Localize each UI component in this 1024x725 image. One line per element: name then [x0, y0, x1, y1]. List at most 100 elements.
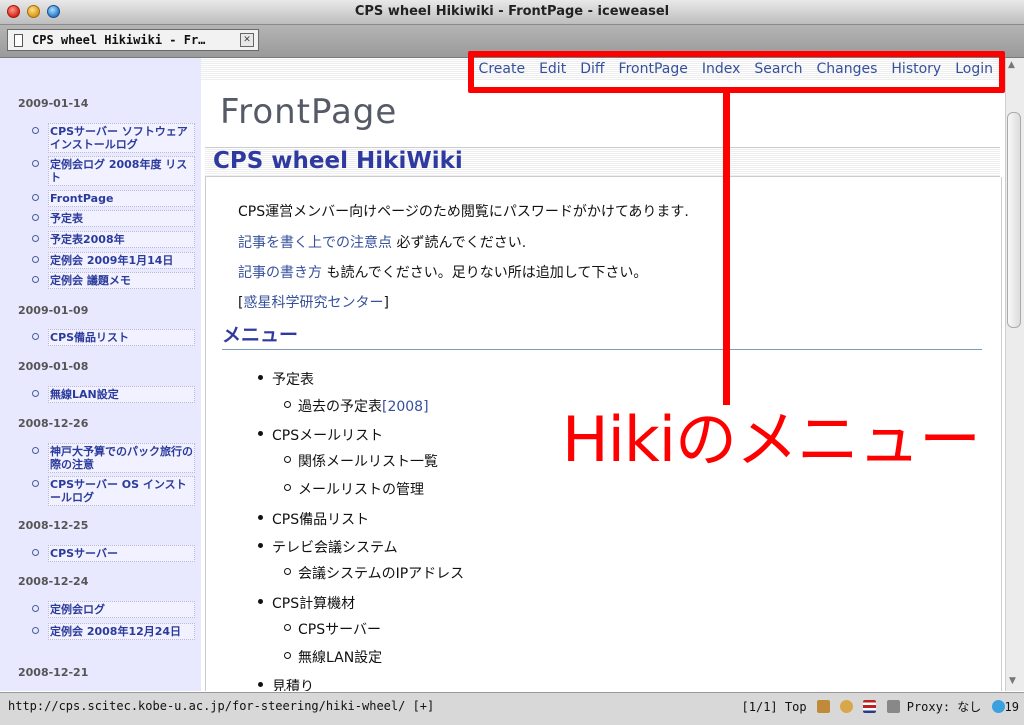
sidebar-item[interactable]: 無線LAN設定 [32, 386, 195, 403]
page-icon [14, 34, 23, 47]
intro-text: CPS運営メンバー向けページのため閲覧にパスワードがかけてあります. [238, 204, 689, 220]
sidebar-date: 2009-01-09 [18, 304, 89, 317]
sidebar-link[interactable]: 神戸大予算でのパック旅行の際の注意 [50, 445, 194, 471]
sidebar-item[interactable]: 定例会 2008年12月24日 [32, 623, 195, 640]
howto-line: 記事の書き方 も読んでください。足りない所は追加して下さい。 [238, 262, 647, 282]
sidebar-item[interactable]: 定例会 2009年1月14日 [32, 252, 195, 269]
bullet-icon [258, 375, 263, 380]
section-title: CPS wheel HikiWiki [213, 148, 463, 174]
bullet-icon [32, 256, 39, 263]
bullet-icon [32, 235, 39, 242]
bullet-icon [284, 484, 291, 491]
browser-tab[interactable]: CPS wheel Hikiwiki - Fr… ✕ [7, 29, 259, 51]
menu-item[interactable]: 予定表 [258, 369, 314, 389]
sidebar-date: 2008-12-21 [18, 666, 89, 679]
bullet-icon [258, 599, 263, 604]
bullet-icon [258, 515, 263, 520]
menu-item: CPS計算機材 [258, 593, 355, 613]
grid-icon[interactable] [886, 700, 900, 713]
writing-guidelines-link[interactable]: 記事を書く上での注意点 [238, 235, 392, 251]
research-center-link[interactable]: 惑星科学研究センター [243, 295, 383, 311]
sidebar-link[interactable]: 定例会 2009年1月14日 [50, 254, 194, 267]
submenu-item: 過去の予定表[2008] [284, 396, 429, 416]
pencil-icon[interactable] [816, 700, 830, 713]
submenu-item[interactable]: メールリストの管理 [284, 479, 424, 499]
sidebar-item[interactable]: 神戸大予算でのパック旅行の際の注意 [32, 443, 195, 473]
sidebar-item[interactable]: CPSサーバー OS インストールログ [32, 476, 195, 506]
twitter-icon[interactable] [991, 700, 1005, 713]
howto-text: も読んでください。足りない所は追加して下さい。 [322, 265, 648, 281]
bullet-icon [32, 390, 39, 397]
howto-link[interactable]: 記事の書き方 [238, 265, 322, 281]
menu-item: テレビ会議システム [258, 537, 398, 557]
page-viewport: 2009-01-14 CPSサーバー ソフトウェア インストールログ 定例会ログ… [0, 58, 1005, 691]
menu-item[interactable]: CPS備品リスト [258, 509, 369, 529]
status-url: http://cps.scitec.kobe-u.ac.jp/for-steer… [8, 699, 435, 713]
bullet-icon [284, 624, 291, 631]
annotation-highlight-box [468, 51, 1005, 93]
recent-changes-sidebar: 2009-01-14 CPSサーバー ソフトウェア インストールログ 定例会ログ… [0, 58, 201, 691]
status-bar: http://cps.scitec.kobe-u.ac.jp/for-steer… [0, 692, 1024, 725]
sidebar-link[interactable]: 定例会ログ 2008年度 リスト [50, 158, 194, 184]
menu-heading: メニュー [222, 320, 982, 350]
sidebar-link[interactable]: 予定表 [50, 212, 194, 225]
bullet-icon [32, 127, 39, 134]
menu-item: CPSメールリスト [258, 425, 383, 445]
bullet-icon [258, 431, 263, 436]
bullet-icon [32, 276, 39, 283]
sidebar-date: 2008-12-26 [18, 417, 89, 430]
submenu-item[interactable]: 関係メールリスト一覧 [284, 451, 438, 471]
sidebar-item[interactable]: 予定表 [32, 210, 195, 227]
title-bar: CPS wheel Hikiwiki - FrontPage - iceweas… [0, 0, 1024, 25]
scrollbar-thumb[interactable] [1007, 112, 1021, 328]
sidebar-link[interactable]: CPS備品リスト [50, 331, 194, 344]
sidebar-link[interactable]: 定例会 議題メモ [50, 274, 194, 287]
sidebar-item[interactable]: CPSサーバー [32, 545, 195, 562]
sidebar-item[interactable]: CPS備品リスト [32, 329, 195, 346]
bracket-close: ] [383, 295, 389, 311]
annotation-connector-line [723, 93, 730, 405]
bullet-icon [32, 194, 39, 201]
sidebar-link[interactable]: FrontPage [50, 192, 194, 205]
scroll-down-icon[interactable]: ▼ [1009, 676, 1016, 686]
bullet-icon [258, 543, 263, 548]
notice-text: 必ず読んでください. [392, 235, 527, 251]
sidebar-link[interactable]: CPSサーバー ソフトウェア インストールログ [50, 125, 194, 151]
bullet-icon [32, 480, 39, 487]
sidebar-item[interactable]: 定例会ログ [32, 601, 195, 618]
sidebar-item[interactable]: 定例会 議題メモ [32, 272, 195, 289]
sidebar-item[interactable]: 定例会ログ 2008年度 リスト [32, 156, 195, 186]
sidebar-link[interactable]: CPSサーバー [50, 547, 194, 560]
sidebar-item[interactable]: 予定表2008年 [32, 231, 195, 248]
sidebar-link[interactable]: 無線LAN設定 [50, 388, 194, 401]
schedule-2008-link[interactable]: [2008] [382, 399, 429, 415]
submenu-item[interactable]: 無線LAN設定 [284, 647, 382, 667]
tab-label: CPS wheel Hikiwiki - Fr… [32, 33, 206, 47]
page-title: FrontPage [220, 92, 398, 132]
sidebar-item[interactable]: FrontPage [32, 190, 195, 207]
bullet-icon [32, 214, 39, 221]
scroll-up-icon[interactable]: ▲ [1008, 60, 1015, 70]
sidebar-item[interactable]: CPSサーバー ソフトウェア インストールログ [32, 123, 195, 153]
window-title: CPS wheel Hikiwiki - FrontPage - iceweas… [354, 4, 670, 19]
bullet-icon [32, 447, 39, 454]
flag-icon[interactable] [863, 700, 877, 713]
bullet-icon [32, 549, 39, 556]
status-right: [1/1] Top Proxy: なし 19 [742, 698, 1019, 715]
submenu-item[interactable]: 会議システムのIPアドレス [284, 563, 464, 583]
sidebar-link[interactable]: 予定表2008年 [50, 233, 194, 246]
annotation-label: Hikiのメニュー [562, 403, 981, 476]
proxy-status[interactable]: Proxy: なし [907, 700, 982, 714]
notice-line: 記事を書く上での注意点 必ず読んでください. [238, 232, 526, 252]
bullet-icon [32, 160, 39, 167]
bullet-icon [284, 456, 291, 463]
smiley-icon[interactable] [840, 700, 854, 713]
sidebar-link[interactable]: 定例会 2008年12月24日 [50, 625, 194, 638]
sidebar-link[interactable]: 定例会ログ [50, 603, 194, 616]
sidebar-date: 2008-12-24 [18, 575, 89, 588]
sidebar-link[interactable]: CPSサーバー OS インストールログ [50, 478, 194, 504]
tab-close-icon[interactable]: ✕ [240, 33, 254, 47]
bullet-icon [284, 568, 291, 575]
submenu-item[interactable]: CPSサーバー [284, 619, 381, 639]
center-line: [惑星科学研究センター] [238, 292, 389, 312]
